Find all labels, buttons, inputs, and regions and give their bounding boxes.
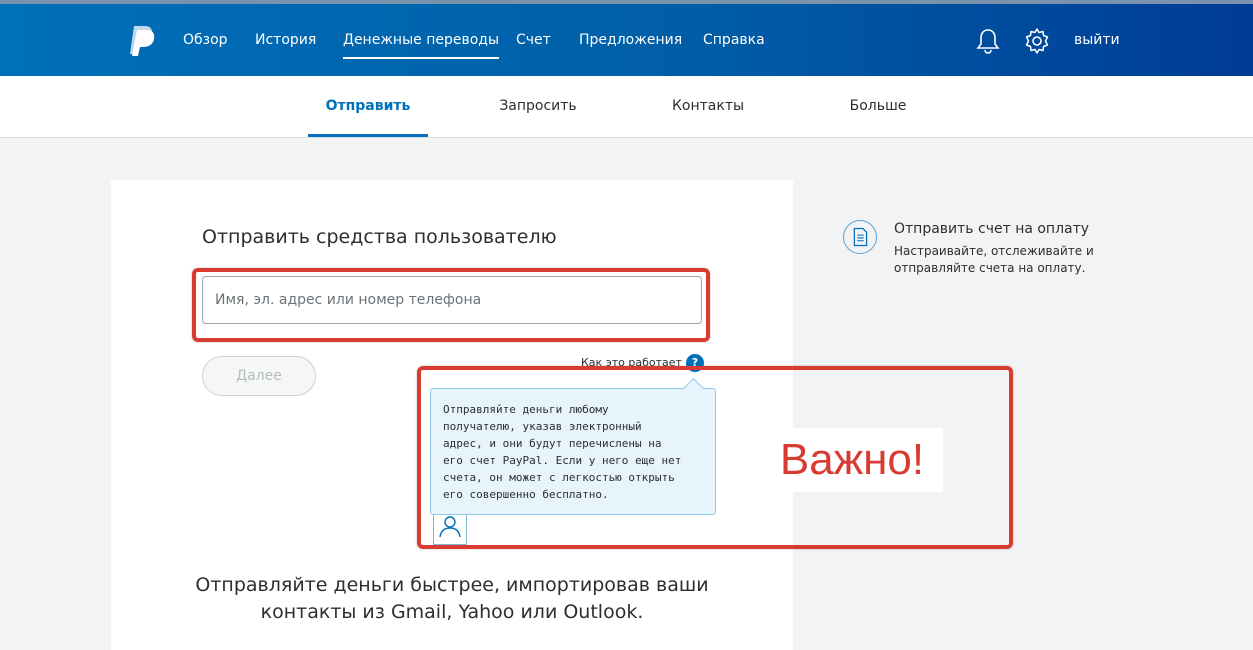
nav-overview[interactable]: Обзор xyxy=(183,30,228,50)
logout-link[interactable]: выйти xyxy=(1074,30,1120,50)
import-line-1: Отправляйте деньги быстрее, импортировав… xyxy=(195,574,709,596)
gear-icon[interactable] xyxy=(1022,26,1052,56)
tab-more[interactable]: Больше xyxy=(818,76,938,137)
comma-separator: , xyxy=(446,601,453,623)
import-connector: или xyxy=(520,601,558,623)
nav-help[interactable]: Справка xyxy=(703,30,765,50)
sub-navigation: Отправить Запросить Контакты Больше xyxy=(0,76,1253,138)
nav-account[interactable]: Счет xyxy=(516,30,551,50)
paypal-logo[interactable] xyxy=(128,24,156,56)
nav-history[interactable]: История xyxy=(255,30,316,50)
document-icon[interactable] xyxy=(843,220,877,254)
bell-icon[interactable] xyxy=(973,26,1003,56)
import-prefix: контакты из xyxy=(260,601,385,623)
top-navigation-bar: Обзор История Денежные переводы Счет Пре… xyxy=(0,4,1253,76)
important-label: Важно! xyxy=(761,428,943,492)
tab-send[interactable]: Отправить xyxy=(308,76,428,137)
next-button[interactable]: Далее xyxy=(202,356,316,396)
yahoo-link[interactable]: Yahoo xyxy=(458,601,514,623)
import-contacts-text: Отправляйте деньги быстрее, импортировав… xyxy=(151,572,753,626)
annotation-box-input xyxy=(192,268,710,342)
tab-request[interactable]: Запросить xyxy=(478,76,598,137)
nav-offers[interactable]: Предложения xyxy=(579,30,682,50)
send-invoice-description: Настраивайте, отслеживайте и отправляйте… xyxy=(894,244,1094,275)
period: . xyxy=(637,601,644,623)
gmail-link[interactable]: Gmail xyxy=(391,601,446,623)
tab-contacts[interactable]: Контакты xyxy=(648,76,768,137)
outlook-link[interactable]: Outlook xyxy=(563,601,637,623)
page-title: Отправить средства пользователю xyxy=(202,226,557,248)
import-line-2: контакты из Gmail, Yahoo или Outlook. xyxy=(151,599,753,626)
send-invoice-link[interactable]: Отправить счет на оплату xyxy=(894,221,1089,237)
nav-money-transfers[interactable]: Денежные переводы xyxy=(343,30,500,59)
